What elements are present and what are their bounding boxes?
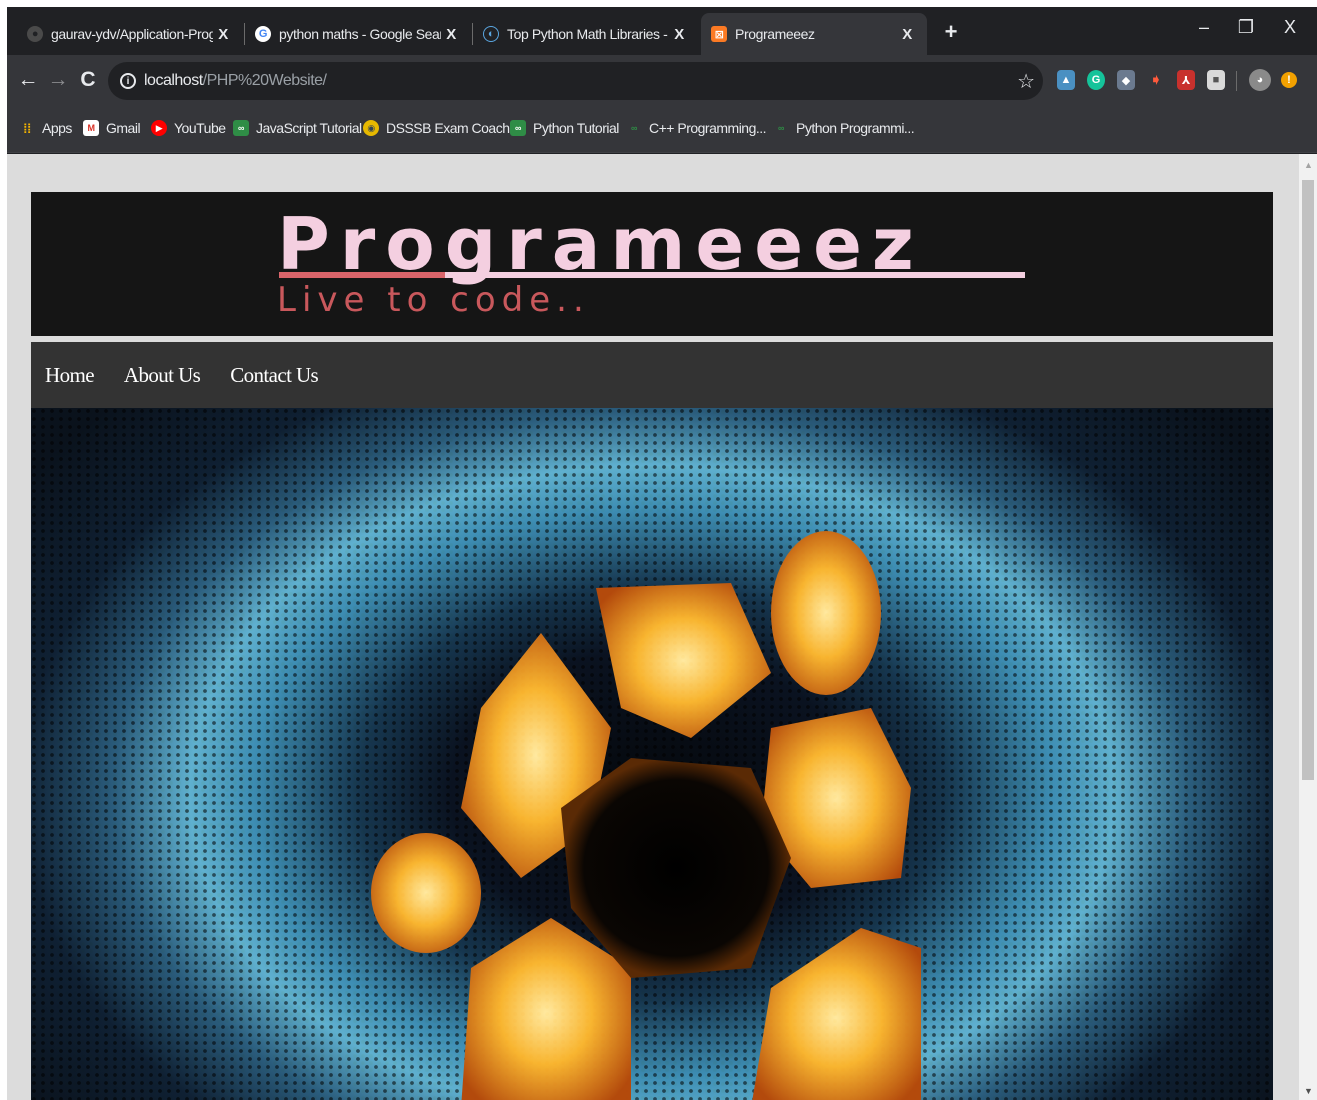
extension-arrow-icon[interactable]: ➧	[1147, 70, 1165, 90]
bookmark-cpp-programming[interactable]: ∞ C++ Programming...	[626, 120, 767, 136]
restore-button[interactable]: ❐	[1231, 17, 1261, 38]
nav-home[interactable]: Home	[45, 363, 95, 388]
bookmark-apps[interactable]: ⁞⁞ Apps	[19, 120, 72, 136]
bookmark-python-programming[interactable]: ∞ Python Programmi...	[773, 120, 915, 136]
gfg-icon: ∞	[233, 120, 249, 136]
close-icon[interactable]: X	[213, 26, 233, 43]
tab-google-search[interactable]: G python maths - Google Search X	[245, 13, 471, 55]
dsssb-icon: ◉	[363, 120, 379, 136]
close-icon[interactable]: X	[441, 26, 461, 43]
hero-image	[31, 408, 1273, 1100]
page-viewport[interactable]: Programeeez Live to code.. Home About Us…	[7, 154, 1317, 1100]
youtube-icon: ▶	[151, 120, 167, 136]
xampp-icon: ⊠	[711, 26, 727, 42]
tab-programeeez[interactable]: ⊠ Programeeez X	[701, 13, 927, 55]
minimize-button[interactable]: –	[1189, 17, 1219, 38]
update-icon[interactable]: !	[1281, 72, 1297, 88]
tab-title: gaurav-ydv/Application-Program	[51, 26, 213, 42]
extension-icon[interactable]: ▲	[1057, 70, 1075, 90]
new-tab-button[interactable]: +	[939, 19, 963, 45]
tab-title: Top Python Math Libraries - Solv	[507, 26, 669, 42]
nav-contact-us[interactable]: Contact Us	[230, 363, 319, 388]
github-icon: ●	[27, 26, 43, 42]
forward-button[interactable]: →	[45, 68, 71, 92]
bookmark-python-tutorial[interactable]: ∞ Python Tutorial	[510, 120, 619, 136]
scroll-up-arrow[interactable]: ▲	[1304, 160, 1313, 170]
browser-toolbar: ← → C i localhost/PHP%20Website/ ☆ ▲ G ◆…	[7, 55, 1317, 107]
tab-strip: ● gaurav-ydv/Application-Program X G pyt…	[7, 7, 1317, 55]
tab-math-libraries[interactable]: ◐ Top Python Math Libraries - Solv X	[473, 13, 699, 55]
info-icon[interactable]: i	[120, 73, 136, 89]
scroll-down-arrow[interactable]: ▼	[1304, 1086, 1313, 1096]
nav-about-us[interactable]: About Us	[124, 363, 201, 388]
close-icon[interactable]: X	[897, 26, 917, 43]
tab-title: Programeeez	[735, 26, 815, 42]
apps-icon: ⁞⁞	[23, 120, 31, 136]
bookmark-gmail[interactable]: M Gmail	[83, 120, 141, 136]
back-button[interactable]: ←	[15, 68, 41, 92]
toolbar-separator	[1236, 71, 1237, 91]
avatar[interactable]: ◕	[1249, 69, 1271, 91]
tab-title: python maths - Google Search	[279, 26, 441, 42]
logo-underline-accent	[279, 272, 445, 278]
gfg-icon: ∞	[631, 123, 637, 133]
pdf-icon[interactable]: ⅄	[1177, 70, 1195, 90]
extension-icon[interactable]: ■	[1207, 70, 1225, 90]
gfg-icon: ∞	[510, 120, 526, 136]
logo-tagline: Live to code..	[277, 280, 590, 320]
page-scrollbar[interactable]: ▲ ▼	[1299, 154, 1317, 1100]
google-icon: G	[255, 26, 271, 42]
hex-cell-overlay	[31, 408, 1273, 1100]
shield-icon[interactable]: ◆	[1117, 70, 1135, 90]
bookmark-dsssb[interactable]: ◉ DSSSB Exam Coachi...	[363, 120, 523, 136]
bookmarks-bar: ⁞⁞ Apps M Gmail ▶ YouTube ∞ JavaScript T…	[7, 107, 1317, 153]
close-window-button[interactable]: X	[1275, 17, 1305, 38]
address-bar[interactable]: i localhost/PHP%20Website/ ☆	[108, 62, 1043, 100]
bookmark-youtube[interactable]: ▶ YouTube	[151, 120, 226, 136]
url-text: localhost/PHP%20Website/	[144, 72, 327, 89]
star-icon[interactable]: ☆	[1017, 69, 1035, 94]
site-header: Programeeez Live to code..	[31, 192, 1273, 336]
site-icon: ◐	[483, 26, 499, 42]
gmail-icon: M	[83, 120, 99, 136]
site-nav: Home About Us Contact Us	[31, 342, 1273, 408]
gfg-icon: ∞	[778, 123, 784, 133]
grammarly-icon[interactable]: G	[1087, 70, 1105, 90]
tab-github[interactable]: ● gaurav-ydv/Application-Program X	[17, 13, 243, 55]
bookmark-javascript-tutorial[interactable]: ∞ JavaScript Tutorial	[233, 120, 362, 136]
close-icon[interactable]: X	[669, 26, 689, 43]
reload-button[interactable]: C	[75, 68, 101, 92]
browser-window: ● gaurav-ydv/Application-Program X G pyt…	[7, 7, 1317, 1100]
scroll-thumb[interactable]	[1302, 180, 1314, 780]
